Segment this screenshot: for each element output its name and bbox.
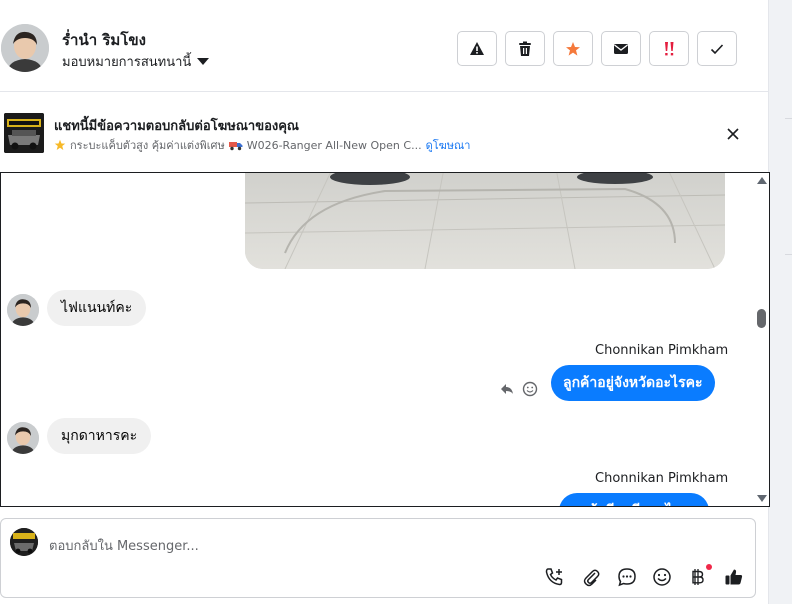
contact-avatar-small [7, 294, 39, 326]
car-photo-icon [245, 173, 725, 269]
star-icon [566, 41, 580, 56]
message-bubble-incoming[interactable]: มุกดาหารคะ [47, 418, 152, 454]
view-ad-link[interactable]: ดูโฆษณา [426, 136, 471, 154]
message-bubble-outgoing[interactable]: ลูกค้ามีอาชีพอะไรคะ [559, 493, 709, 506]
scroll-down-arrow-icon[interactable] [757, 495, 767, 502]
delete-button[interactable] [505, 31, 545, 66]
close-ad-bar-button[interactable] [722, 123, 744, 145]
reply-icon[interactable] [498, 380, 516, 398]
mark-star-button[interactable] [553, 31, 593, 66]
envelope-icon [614, 43, 628, 54]
mark-unread-button[interactable] [601, 31, 641, 66]
urgent-icon [665, 41, 674, 55]
person-avatar-icon [1, 24, 49, 72]
attach-file-button[interactable] [580, 566, 602, 588]
ad-product: W026-Ranger All-New Open C... [246, 138, 422, 152]
person-avatar-icon [7, 422, 39, 454]
sender-name: Chonnikan Pimkham [595, 471, 729, 486]
close-icon [727, 128, 739, 140]
emoji-button[interactable] [651, 566, 673, 588]
right-panel-edge [768, 0, 792, 604]
ad-title: แชทนี้มีข้อความตอบกลับต่อโฆษณาของคุณ [54, 119, 299, 134]
mark-done-button[interactable] [697, 31, 737, 66]
ad-referral-bar: แชทนี้มีข้อความตอบกลับต่อโฆษณาของคุณ กระ… [0, 93, 768, 173]
ad-thumbnail[interactable] [4, 113, 44, 153]
reply-input[interactable]: ตอบกลับใน Messenger... [49, 535, 199, 556]
contact-avatar-small [7, 422, 39, 454]
truck-image-icon [4, 113, 44, 153]
person-avatar-icon [7, 294, 39, 326]
payment-button[interactable] [687, 566, 709, 588]
chat-bubble-icon [618, 568, 636, 587]
trash-icon [519, 41, 531, 56]
paperclip-icon [583, 569, 600, 587]
scroll-thumb[interactable] [757, 309, 766, 328]
send-like-button[interactable] [723, 566, 745, 588]
report-spam-button[interactable] [457, 31, 497, 66]
warning-icon [470, 41, 484, 55]
contact-name[interactable]: ร่ำนำ ริมโขง [62, 28, 146, 52]
smiley-icon [653, 568, 671, 586]
saved-replies-button[interactable] [616, 566, 638, 588]
thread-scrollbar[interactable] [755, 173, 769, 506]
mark-urgent-button[interactable] [649, 31, 689, 66]
conversation-header: ร่ำนำ ริมโขง มอบหมายการสนทนานี้ [0, 0, 768, 92]
message-thread[interactable]: ไฟแนนท์คะ Chonnikan Pimkham ลูกค้าอยู่จั… [0, 172, 770, 507]
sender-name: Chonnikan Pimkham [595, 343, 729, 358]
ad-subtitle: กระบะแค็บตัวสูง คุ้มค่าแต่งพิเศษ [70, 139, 225, 152]
reply-composer[interactable]: ตอบกลับใน Messenger... [0, 518, 756, 598]
check-icon [710, 43, 724, 54]
page-avatar [10, 528, 38, 556]
caret-down-icon [197, 58, 210, 65]
star-emoji-icon [54, 139, 66, 150]
phone-plus-icon [545, 568, 563, 586]
message-bubble-outgoing[interactable]: ลูกค้าอยู่จังหวัดอะไรคะ [551, 365, 715, 401]
ad-details: กระบะแค็บตัวสูง คุ้มค่าแต่งพิเศษ W026-Ra… [54, 136, 470, 154]
assign-conversation-dropdown[interactable]: มอบหมายการสนทนานี้ [62, 51, 210, 72]
truck-emoji-icon [228, 141, 243, 150]
messenger-conversation-panel: ร่ำนำ ริมโขง มอบหมายการสนทนานี้ แชทนี้มี… [0, 0, 792, 604]
add-call-button[interactable] [543, 566, 565, 588]
baht-icon [692, 569, 704, 585]
notification-dot [706, 564, 712, 570]
thumbs-up-icon [725, 569, 743, 585]
react-emoji-icon[interactable] [521, 380, 539, 398]
scroll-up-arrow-icon[interactable] [757, 177, 767, 184]
page-logo-icon [10, 528, 38, 556]
message-bubble-incoming[interactable]: ไฟแนนท์คะ [47, 290, 147, 326]
contact-avatar[interactable] [1, 24, 49, 72]
shared-photo[interactable] [245, 173, 725, 269]
assign-label: มอบหมายการสนทนานี้ [62, 55, 192, 70]
